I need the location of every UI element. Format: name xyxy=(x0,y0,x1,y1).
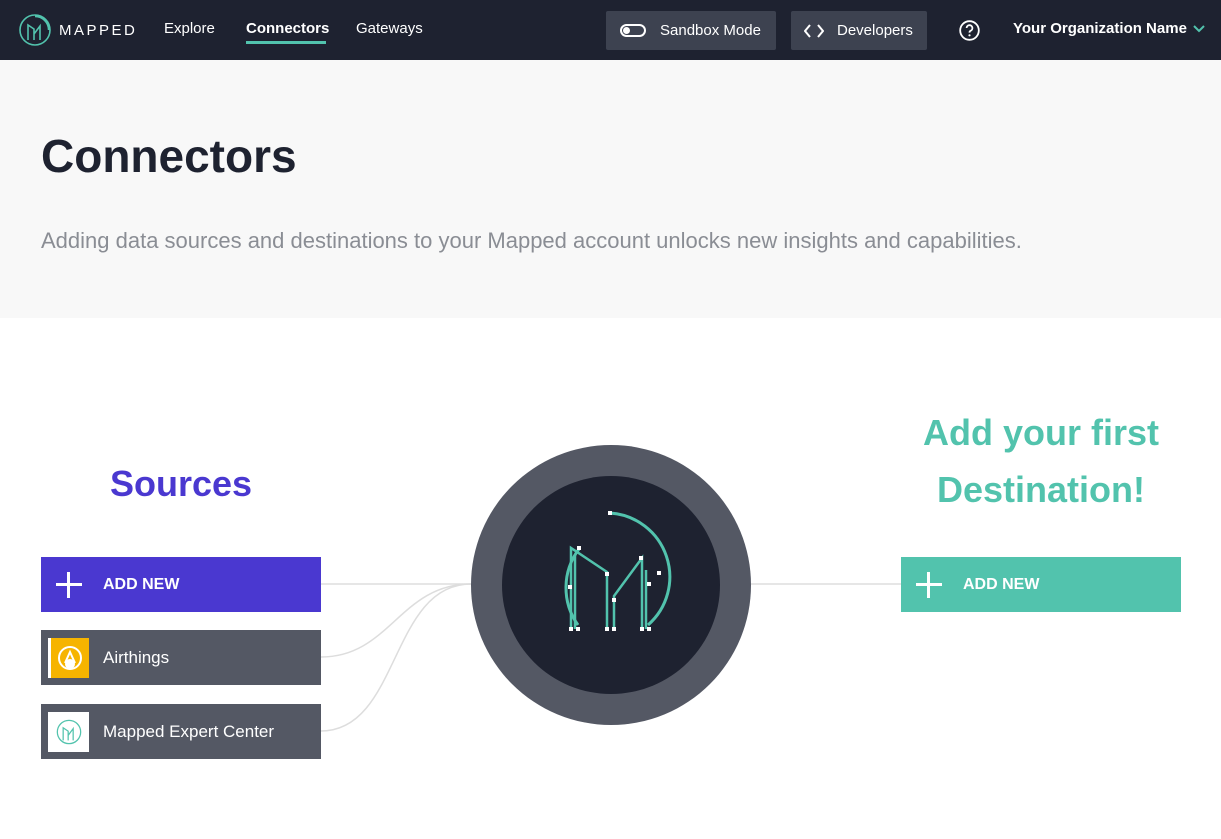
brand-name: MAPPED xyxy=(59,21,138,39)
source-item-label: Airthings xyxy=(103,647,170,667)
source-item-airthings[interactable]: Airthings xyxy=(41,630,321,685)
developers-button[interactable]: Developers xyxy=(791,11,927,50)
toggle-icon xyxy=(620,24,646,37)
mapped-logo[interactable]: MAPPED xyxy=(17,12,137,48)
airthings-logo-icon xyxy=(48,637,89,678)
page-title: Connectors xyxy=(41,130,297,182)
top-nav-bar: MAPPED Explore Connectors Gateways Sandb… xyxy=(0,0,1221,60)
sandbox-mode-button[interactable]: Sandbox Mode xyxy=(606,11,776,50)
sandbox-mode-label: Sandbox Mode xyxy=(660,22,761,39)
page-subtitle: Adding data sources and destinations to … xyxy=(41,228,1022,253)
sources-title: Sources xyxy=(109,463,253,504)
source-item-label: Mapped Expert Center xyxy=(103,721,275,741)
add-source-label: ADD NEW xyxy=(103,575,180,593)
plus-icon xyxy=(916,571,942,598)
org-switcher[interactable]: Your Organization Name xyxy=(1013,20,1205,37)
nav-connectors[interactable]: Connectors xyxy=(246,20,329,37)
nav-gateways[interactable]: Gateways xyxy=(356,20,423,37)
nav-explore[interactable]: Explore xyxy=(164,20,215,37)
add-source-button[interactable]: ADD NEW xyxy=(41,557,321,612)
destinations-title-line1: Add your first xyxy=(922,412,1159,453)
active-nav-indicator xyxy=(246,41,326,44)
mapped-hub-icon xyxy=(471,445,751,725)
add-destination-button[interactable]: ADD NEW xyxy=(901,557,1181,612)
source-item-mapped-expert-center[interactable]: Mapped Expert Center xyxy=(41,704,321,759)
plus-icon xyxy=(56,571,82,598)
mapped-logo-icon xyxy=(48,711,89,752)
destinations-title-line2: Destination! xyxy=(936,469,1145,510)
developers-label: Developers xyxy=(837,22,913,39)
page-header xyxy=(0,60,1221,318)
add-destination-label: ADD NEW xyxy=(963,575,1040,593)
code-brackets-icon xyxy=(804,23,824,38)
chevron-down-icon xyxy=(1193,24,1205,32)
org-name: Your Organization Name xyxy=(1013,20,1187,37)
help-icon[interactable] xyxy=(959,20,980,41)
destinations-title: Add your first Destination! xyxy=(891,404,1191,518)
mapped-logo-icon xyxy=(19,14,51,46)
